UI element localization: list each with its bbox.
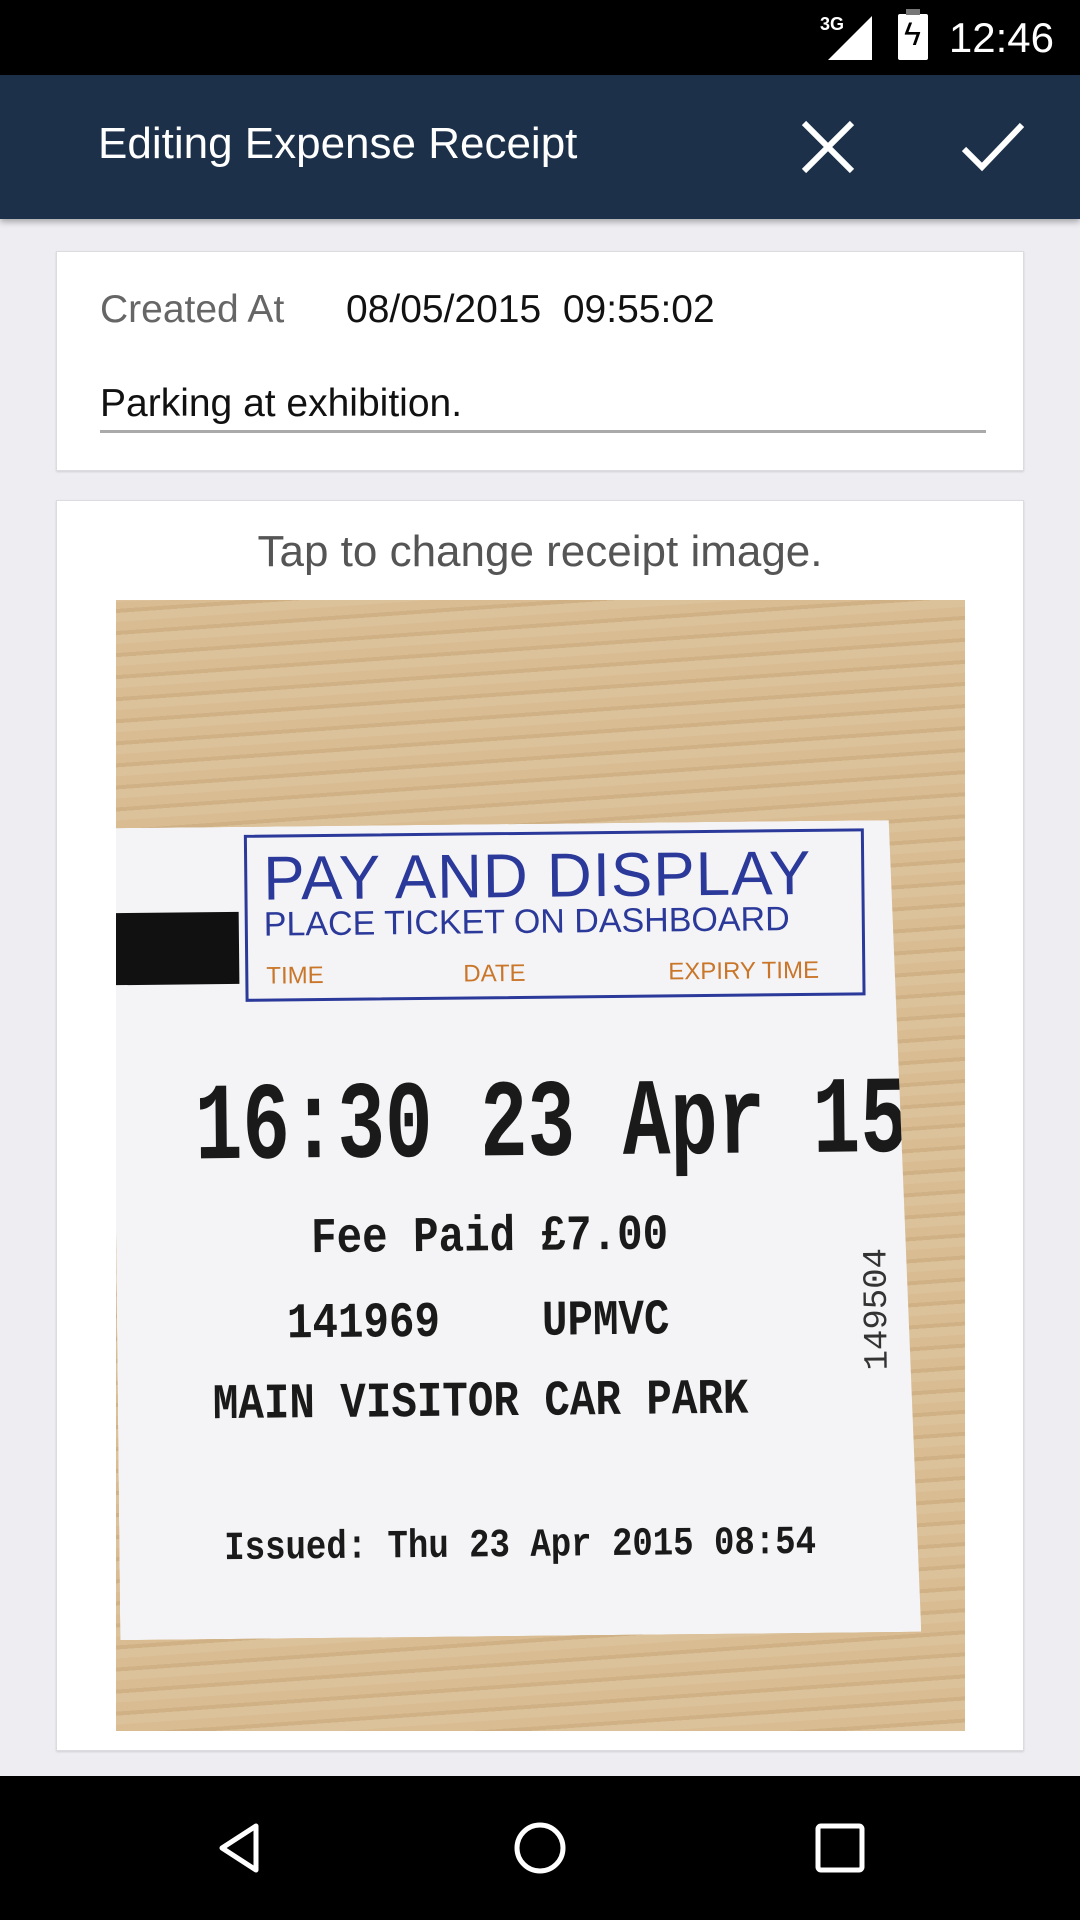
home-icon[interactable] <box>512 1820 568 1876</box>
clock: 12:46 <box>948 14 1054 61</box>
col-date: DATE <box>463 959 526 988</box>
ticket-issued: Issued: Thu 23 Apr 2015 08:54 <box>224 1520 817 1573</box>
receipt-card: Tap to change receipt image. PAY AND DIS… <box>56 500 1024 1751</box>
back-icon[interactable] <box>212 1820 268 1876</box>
created-at-value: 08/05/2015 09:55:02 <box>346 288 715 331</box>
description-input[interactable] <box>100 378 986 433</box>
status-bar: 3G ϟ 12:46 <box>0 0 1080 75</box>
ticket-expiry: 16:30 23 Apr 15 <box>194 1059 909 1193</box>
page-title: Editing Expense Receipt <box>98 119 578 168</box>
signal-icon <box>828 16 872 60</box>
change-image-hint: Tap to change receipt image. <box>257 527 823 576</box>
ticket-subheading: PLACE TICKET ON DASHBOARD <box>263 900 790 944</box>
col-expiry: EXPIRY TIME <box>668 956 820 986</box>
check-icon[interactable] <box>960 115 1024 179</box>
ticket-header: PAY AND DISPLAY PLACE TICKET ON DASHBOAR… <box>244 828 866 1001</box>
ticket-serial: 149504 <box>858 1247 898 1371</box>
magnetic-strip <box>116 912 239 985</box>
parking-ticket: PAY AND DISPLAY PLACE TICKET ON DASHBOAR… <box>116 820 921 1640</box>
col-time: TIME <box>266 962 324 990</box>
ticket-ref: 141969 UPMVC <box>286 1292 670 1354</box>
close-icon[interactable] <box>796 115 860 179</box>
ticket-fee: Fee Paid £7.00 <box>310 1207 669 1269</box>
ticket-location: MAIN VISITOR CAR PARK <box>212 1371 749 1435</box>
app-bar: Editing Expense Receipt <box>0 75 1080 219</box>
details-card: Created At 08/05/2015 09:55:02 <box>56 251 1024 471</box>
navigation-bar <box>0 1776 1080 1920</box>
recents-icon[interactable] <box>812 1820 868 1876</box>
created-at-label: Created At <box>100 288 285 331</box>
receipt-image[interactable]: PAY AND DISPLAY PLACE TICKET ON DASHBOAR… <box>116 600 965 1731</box>
battery-charging-icon: ϟ <box>898 9 928 60</box>
